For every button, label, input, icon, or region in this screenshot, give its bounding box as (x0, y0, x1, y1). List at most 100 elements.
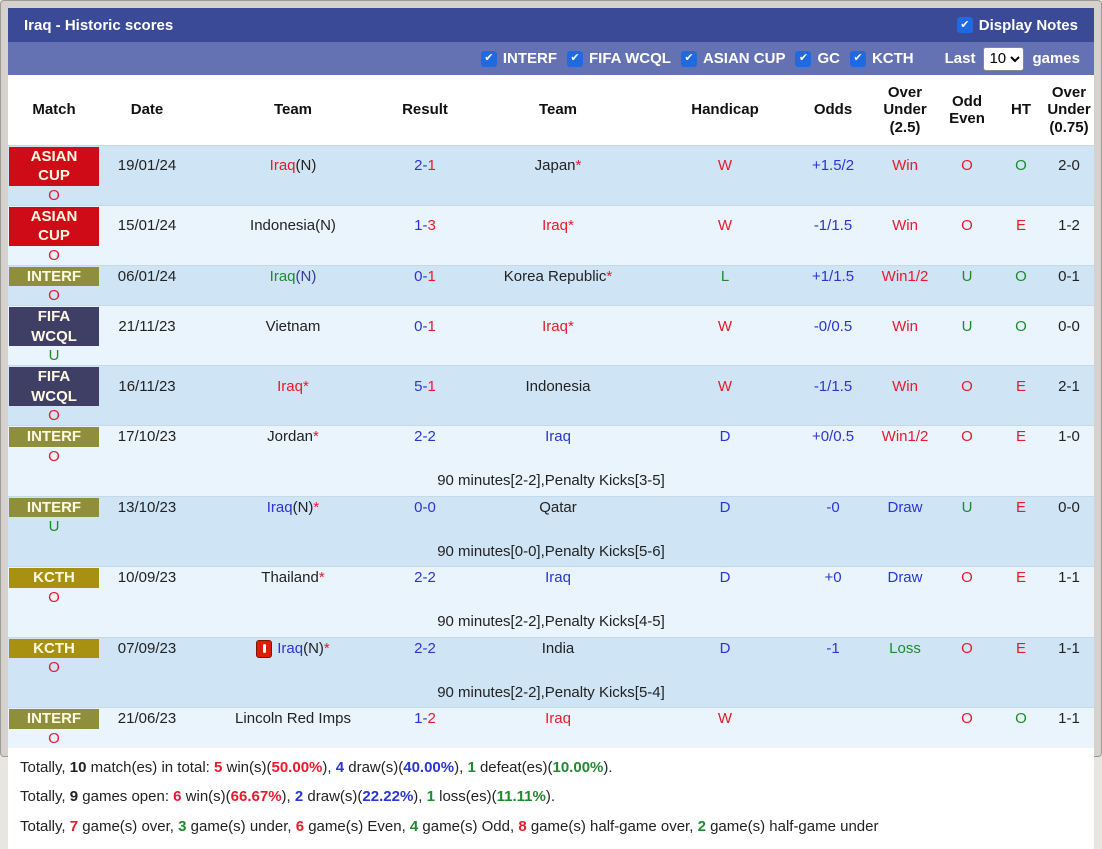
handicap-value: -1/1.5 (792, 366, 874, 407)
odd-even: E (998, 426, 1044, 448)
text-segment: 2- (414, 157, 427, 175)
text-segment: 10 (70, 759, 87, 776)
text-segment: U (962, 318, 973, 336)
text-segment: * (576, 157, 582, 175)
wdl-indicator: W (658, 708, 792, 730)
filter-checkbox-asian-cup[interactable]: ✔ (681, 51, 697, 67)
filter-checkbox-fifa-wcql[interactable]: ✔ (567, 51, 583, 67)
over-under-075: O (8, 187, 100, 205)
summary-line-2: Totally, 9 games open: 6 win(s)(66.67%),… (20, 782, 1082, 812)
result-score: 0-1 (392, 306, 458, 347)
text-segment: U (49, 347, 60, 365)
page-title: Iraq - Historic scores (24, 17, 173, 34)
filter-checkbox-kcth[interactable]: ✔ (850, 51, 866, 67)
away-team[interactable]: Iraq (458, 567, 658, 589)
filter-group-fifa-wcql: ✔FIFA WCQL (567, 50, 671, 67)
away-team[interactable]: Indonesia (458, 366, 658, 407)
match-competition-cell: INTERF (8, 266, 100, 288)
home-team[interactable]: Vietnam (194, 306, 392, 347)
text-segment: ), (322, 759, 335, 776)
ht-score: 0-0 (1044, 497, 1094, 519)
text-segment: 50.00% (272, 759, 323, 776)
text-segment: E (1016, 569, 1026, 587)
date-cell: 16/11/23 (100, 366, 194, 407)
text-segment: E (1016, 217, 1026, 235)
match-competition-cell: INTERF (8, 426, 100, 448)
away-team[interactable]: Qatar (458, 497, 658, 519)
handicap-value (792, 708, 874, 730)
text-segment: 9 (70, 788, 78, 805)
away-team[interactable]: Japan* (458, 146, 658, 187)
table-row: INTERF21/06/23Lincoln Red Imps1-2IraqWOO… (8, 708, 1094, 748)
column-header-date: Date (100, 75, 194, 145)
filter-label-interf: INTERF (503, 50, 557, 67)
odds-result: Win (874, 306, 936, 347)
text-segment: game(s) under, (186, 818, 295, 835)
ht-score: 1-2 (1044, 206, 1094, 247)
last-games-select[interactable]: 10 (983, 47, 1024, 71)
text-segment: Indonesia(N) (250, 217, 336, 235)
home-team[interactable]: Indonesia(N) (194, 206, 392, 247)
text-segment: Draw (887, 569, 922, 587)
date-cell: 17/10/23 (100, 426, 194, 448)
text-segment: 1- (414, 710, 427, 728)
match-badge: INTERF (9, 498, 99, 518)
filter-checkbox-interf[interactable]: ✔ (481, 51, 497, 67)
date-cell: 13/10/23 (100, 497, 194, 519)
home-team[interactable]: Iraq(N) (194, 266, 392, 288)
text-segment: * (313, 428, 319, 446)
away-team[interactable]: Iraq* (458, 306, 658, 347)
text-segment: game(s) over, (78, 818, 178, 835)
text-segment: Iraq (277, 640, 303, 658)
wdl-indicator: D (658, 638, 792, 660)
text-segment: defeat(es)( (476, 759, 553, 776)
handicap-value: +0/0.5 (792, 426, 874, 448)
home-team[interactable]: Iraq(N)* (194, 638, 392, 660)
handicap-value: -0/0.5 (792, 306, 874, 347)
ht-score: 0-0 (1044, 306, 1094, 347)
match-group: INTERF13/10/23Iraq(N)*0-0QatarD-0DrawUE0… (8, 496, 1094, 567)
odds-result: Win1/2 (874, 426, 936, 448)
ht-score: 1-0 (1044, 426, 1094, 448)
display-notes-checkbox[interactable]: ✔ (957, 17, 973, 33)
match-competition-cell: INTERF (8, 708, 100, 730)
away-team[interactable]: Korea Republic* (458, 266, 658, 288)
date-cell: 15/01/24 (100, 206, 194, 247)
home-team[interactable]: Lincoln Red Imps (194, 708, 392, 730)
text-segment: D (720, 428, 731, 446)
text-segment: ). (603, 759, 612, 776)
text-segment: Thailand (261, 569, 319, 587)
text-segment: Win (892, 217, 918, 235)
away-team[interactable]: Iraq* (458, 206, 658, 247)
ht-score: 2-1 (1044, 366, 1094, 407)
home-team[interactable]: Iraq(N) (194, 146, 392, 187)
text-segment: Totally, (20, 759, 70, 776)
date-cell: 10/09/23 (100, 567, 194, 589)
text-segment: ). (546, 788, 555, 805)
text-segment: D (720, 640, 731, 658)
text-segment: Iraq (270, 268, 296, 286)
text-segment: Iraq (542, 318, 568, 336)
match-badge: ASIANCUP (9, 147, 99, 186)
match-badge: KCTH (9, 639, 99, 659)
away-team[interactable]: Iraq (458, 426, 658, 448)
away-team[interactable]: Iraq (458, 708, 658, 730)
badge-line: ASIAN (31, 207, 78, 227)
over-under-25: U (936, 306, 998, 347)
over-under-25: O (936, 567, 998, 589)
home-team[interactable]: Jordan* (194, 426, 392, 448)
home-team[interactable]: Iraq* (194, 366, 392, 407)
match-badge: INTERF (9, 267, 99, 287)
text-segment: (N) (296, 268, 317, 286)
table-row: FIFAWCQL21/11/23Vietnam0-1Iraq*W-0/0.5Wi… (8, 306, 1094, 365)
text-segment: W (718, 157, 732, 175)
filter-checkbox-gc[interactable]: ✔ (795, 51, 811, 67)
filter-bar: ✔INTERF✔FIFA WCQL✔ASIAN CUP✔GC✔KCTH Last… (8, 42, 1094, 75)
home-team[interactable]: Thailand* (194, 567, 392, 589)
away-team[interactable]: India (458, 638, 658, 660)
summary-section: Totally, 10 match(es) in total: 5 win(s)… (8, 748, 1094, 849)
table-row: KCTH10/09/23Thailand*2-2IraqD+0DrawOE1-1… (8, 567, 1094, 607)
text-segment: U (49, 518, 60, 536)
home-team[interactable]: Iraq(N)* (194, 497, 392, 519)
over-under-075: O (8, 287, 100, 305)
